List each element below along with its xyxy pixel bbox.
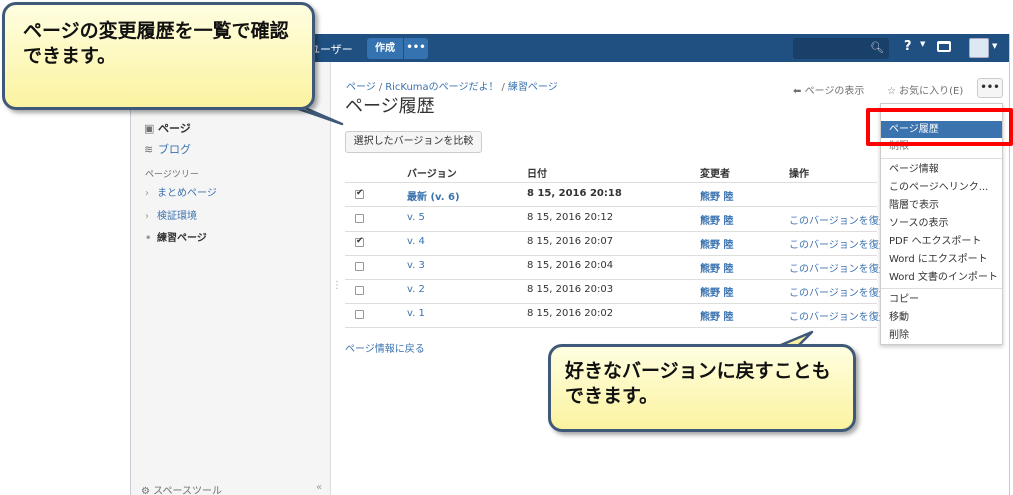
version-date: 8 15, 2016 20:02 — [527, 308, 614, 319]
highlight-frame — [866, 108, 1013, 146]
table-divider — [345, 231, 877, 232]
restore-version-link[interactable]: このバージョンを復元 — [789, 308, 889, 323]
search-icon: 🔍︎ — [870, 41, 884, 54]
row-checkbox[interactable] — [355, 214, 364, 223]
chevron-right-icon[interactable]: › — [145, 188, 157, 199]
version-date: 8 15, 2016 20:04 — [527, 260, 614, 271]
table-divider — [345, 279, 877, 280]
menu-item-view-source[interactable]: ソースの表示 — [881, 215, 1002, 232]
view-page-label: ページの表示 — [804, 86, 865, 97]
author-link[interactable]: 熊野 陸 — [700, 212, 733, 227]
help-icon[interactable]: ? — [904, 39, 912, 54]
menu-item-export-word[interactable]: Word にエクスポート — [881, 251, 1002, 268]
chevron-down-icon: ▼ — [920, 40, 926, 48]
version-link[interactable]: v. 2 — [407, 284, 425, 295]
create-button[interactable]: 作成 — [367, 38, 403, 59]
restore-version-link[interactable]: このバージョンを復元 — [789, 284, 889, 299]
compare-versions-button[interactable]: 選択したバージョンを比較 — [345, 131, 482, 153]
version-link[interactable]: 最新 (v. 6) — [407, 188, 460, 203]
row-checkbox[interactable] — [355, 236, 364, 247]
restore-version-link[interactable]: このバージョンを復元 — [789, 236, 889, 251]
row-checkbox[interactable] — [355, 286, 364, 295]
favorite-button[interactable]: ☆ お気に入り(E) — [887, 82, 963, 97]
page-tree-heading: ページツリー — [145, 170, 199, 180]
more-actions-button[interactable]: ••• — [977, 78, 1003, 98]
menu-item-link-to-page[interactable]: このページへリンク... — [881, 179, 1002, 196]
menu-divider — [881, 288, 1002, 289]
column-header-author: 変更者 — [700, 169, 730, 180]
version-link[interactable]: v. 1 — [407, 308, 425, 319]
menu-item-export-pdf[interactable]: PDF へエクスポート — [881, 233, 1002, 250]
author-link[interactable]: 熊野 陸 — [700, 236, 733, 251]
table-divider — [345, 182, 877, 183]
search-input[interactable]: 🔍︎ — [793, 38, 889, 59]
screenshot: ユーザー 作成 ••• 🔍︎ ? ▼ ▼ ▣ ページ ≋ ブログ ページツリー › ま… — [0, 0, 1013, 495]
column-header-date: 日付 — [527, 169, 547, 180]
version-date: 8 15, 2016 20:12 — [527, 212, 614, 223]
sidebar-item-label: ページ — [158, 122, 191, 135]
users-menu[interactable]: ユーザー — [309, 41, 353, 57]
version-date: 8 15, 2016 20:07 — [527, 236, 614, 247]
table-divider — [345, 255, 877, 256]
tree-item-summary[interactable]: › まとめページ — [145, 184, 217, 199]
breadcrumb-item[interactable]: 練習ページ — [508, 82, 558, 93]
menu-item-view-hierarchy[interactable]: 階層で表示 — [881, 197, 1002, 214]
table-divider — [345, 206, 877, 207]
tree-item-practice[interactable]: • 練習ページ — [145, 229, 207, 244]
callout-restore-version: 好きなバージョンに戻すこともできます。 — [548, 344, 856, 432]
tree-item-test-env[interactable]: › 検証環境 — [145, 207, 197, 222]
author-link[interactable]: 熊野 陸 — [700, 260, 733, 275]
menu-divider — [881, 158, 1002, 159]
collapse-sidebar-button[interactable]: « — [316, 482, 322, 493]
menu-item-delete[interactable]: 削除 — [881, 327, 1002, 344]
restore-version-link[interactable]: このバージョンを復元 — [789, 212, 889, 227]
breadcrumb: ページ / RicKumaのページだよ！ / 練習ページ — [346, 78, 558, 93]
row-checkbox[interactable] — [355, 262, 364, 271]
restore-version-link[interactable]: このバージョンを復元 — [789, 260, 889, 275]
tree-item-label: 検証環境 — [157, 211, 197, 222]
star-icon: ☆ — [887, 86, 900, 97]
space-tools-label: スペースツール — [153, 486, 222, 495]
bullet-icon: • — [145, 233, 152, 244]
menu-item-move[interactable]: 移動 — [881, 309, 1002, 326]
column-header-action: 操作 — [789, 169, 809, 180]
menu-item-import-word[interactable]: Word 文書のインポート — [881, 269, 1002, 286]
back-to-page-info-link[interactable]: ページ情報に戻る — [345, 340, 425, 355]
version-date: 8 15, 2016 20:18 — [527, 188, 622, 199]
inbox-icon[interactable] — [937, 41, 951, 52]
chevron-right-icon[interactable]: › — [145, 211, 157, 222]
row-checkbox[interactable] — [355, 188, 364, 199]
tree-item-label: 練習ページ — [157, 233, 207, 244]
version-link[interactable]: v. 5 — [407, 212, 425, 223]
author-link[interactable]: 熊野 陸 — [700, 308, 733, 323]
version-date: 8 15, 2016 20:03 — [527, 284, 614, 295]
page-title: ページ履歴 — [345, 96, 435, 117]
version-link[interactable]: v. 3 — [407, 260, 425, 271]
row-checkbox[interactable] — [355, 310, 364, 319]
rss-icon: ≋ — [144, 143, 154, 156]
sidebar-item-pages[interactable]: ▣ ページ — [144, 120, 191, 136]
callout-history-list: ページの変更履歴を一覧で確認できます。 — [2, 2, 315, 110]
create-more-button[interactable]: ••• — [404, 38, 428, 59]
chevron-down-icon: ▼ — [992, 42, 998, 50]
tree-item-label: まとめページ — [157, 188, 217, 199]
arrow-left-icon: ⬅ — [793, 86, 805, 97]
sidebar-item-blog[interactable]: ≋ ブログ — [144, 141, 191, 157]
menu-item-copy[interactable]: コピー — [881, 291, 1002, 308]
breadcrumb-separator: / — [501, 82, 505, 93]
view-page-link[interactable]: ⬅ ページの表示 — [793, 82, 864, 97]
gear-icon: ⚙ — [141, 486, 154, 495]
pages-icon: ▣ — [144, 122, 155, 135]
sidebar-splitter[interactable]: ⋮ — [332, 280, 342, 291]
sidebar-item-label: ブログ — [158, 143, 191, 156]
author-link[interactable]: 熊野 陸 — [700, 188, 733, 203]
author-link[interactable]: 熊野 陸 — [700, 284, 733, 299]
favorite-label: お気に入り(E) — [899, 86, 964, 97]
version-link[interactable]: v. 4 — [407, 236, 425, 247]
avatar[interactable] — [969, 38, 989, 58]
space-tools[interactable]: ⚙ スペースツール — [141, 482, 222, 495]
table-divider — [345, 303, 877, 304]
column-header-version: バージョン — [407, 169, 457, 180]
menu-item-page-info[interactable]: ページ情報 — [881, 161, 1002, 178]
